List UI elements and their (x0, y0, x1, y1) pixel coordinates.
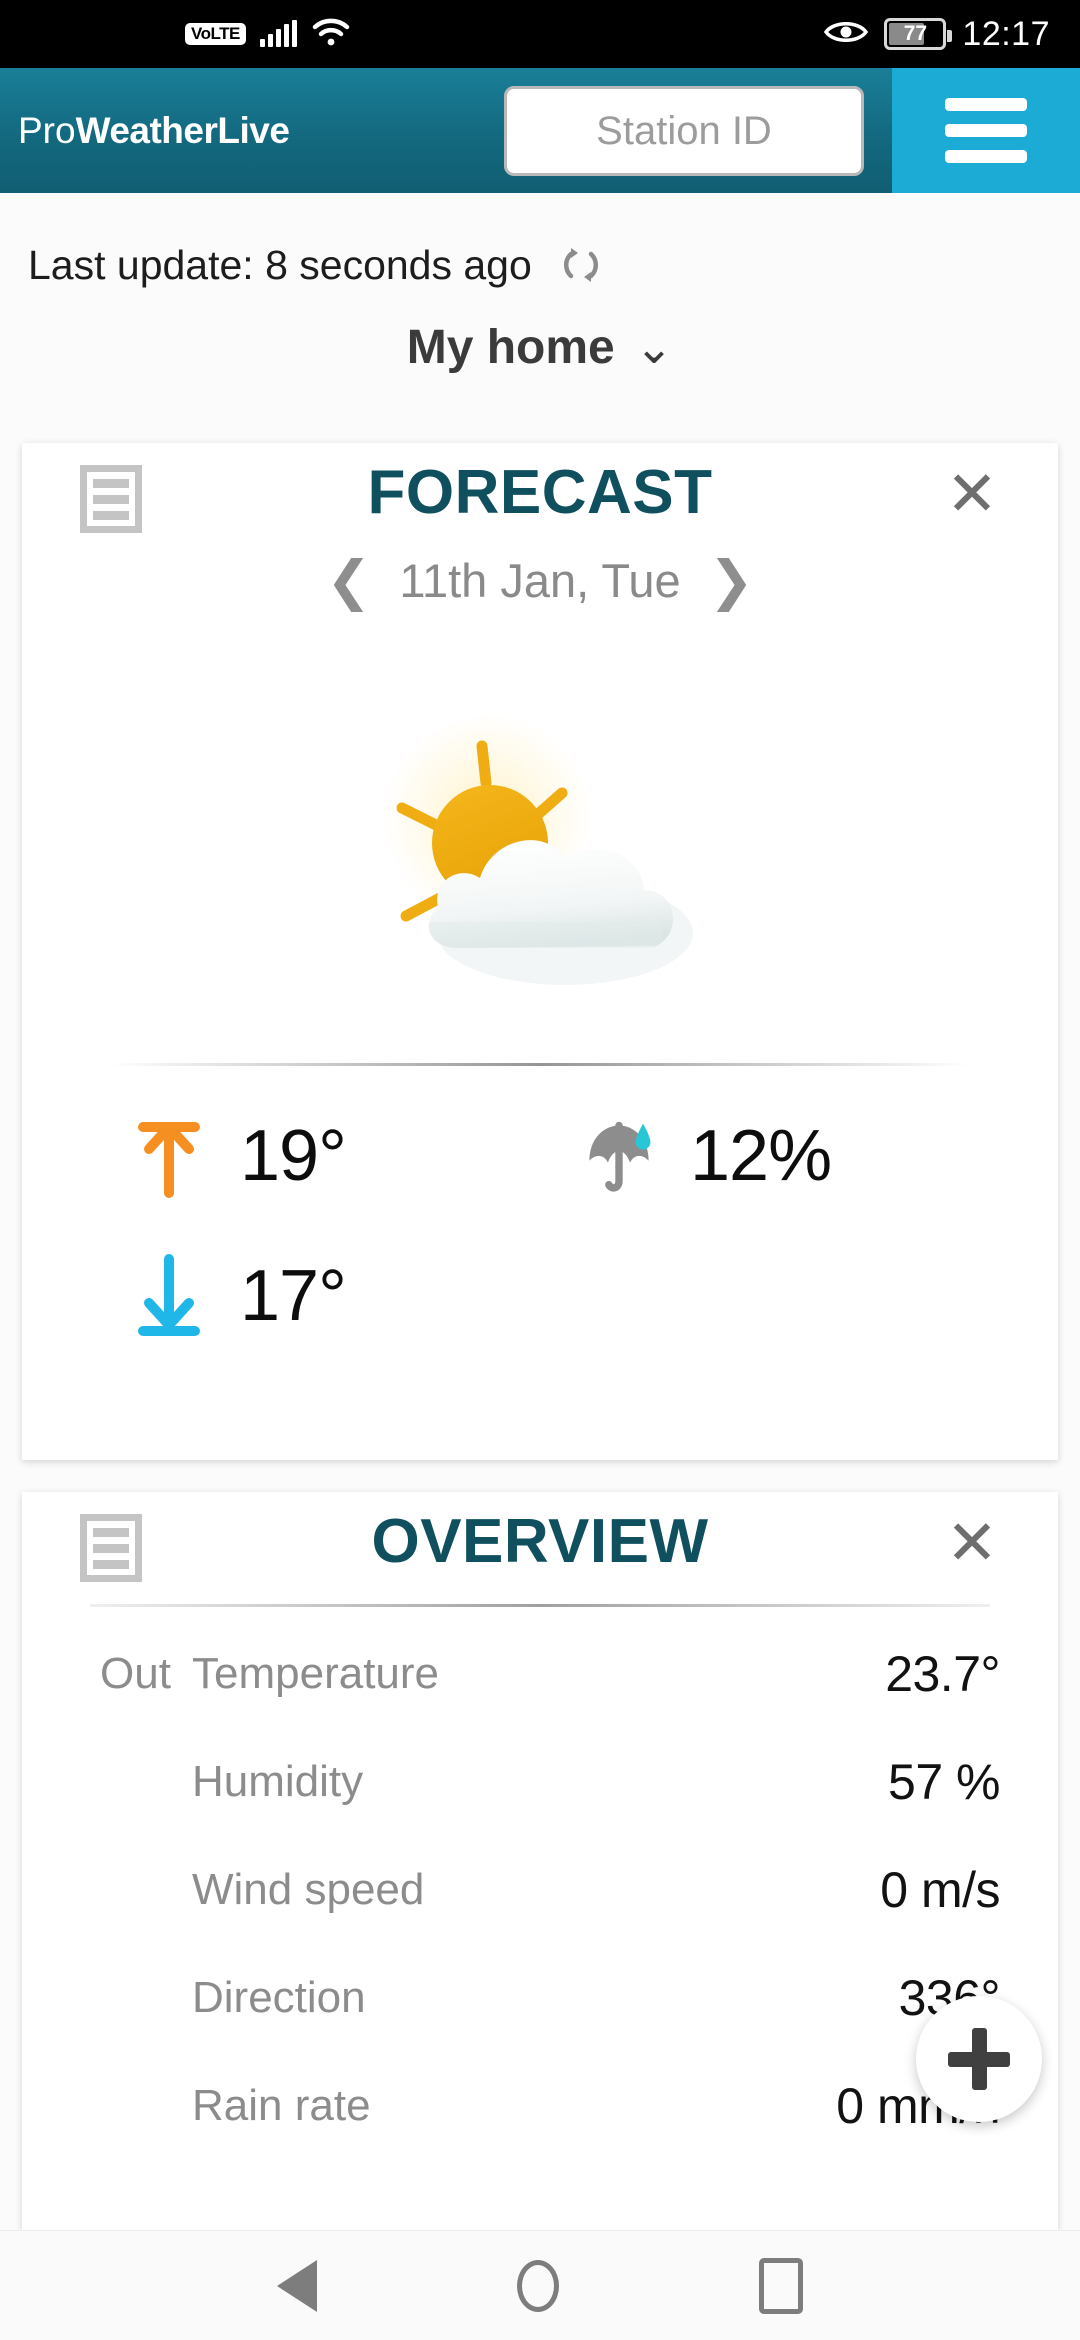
location-selector[interactable]: My home ⌄ (0, 320, 1080, 375)
location-name: My home (406, 321, 615, 374)
overview-title: OVERVIEW (371, 1507, 709, 1576)
logo-pro-text: Pro (18, 109, 76, 151)
close-icon[interactable]: ✕ (946, 1512, 998, 1574)
partly-cloudy-icon (22, 708, 1058, 1008)
battery-percent: 77 (903, 22, 928, 45)
date-navigator: ❮ 11th Jan, Tue ❯ (22, 553, 1058, 608)
low-temp-value: 17° (240, 1256, 347, 1336)
row-value: 57 % (888, 1754, 1000, 1810)
back-triangle-icon[interactable] (277, 2259, 317, 2312)
umbrella-rain-icon (582, 1113, 656, 1199)
chevron-left-icon[interactable]: ❮ (326, 553, 371, 607)
last-update-text: Last update: 8 seconds ago (28, 241, 532, 288)
forecast-card: FORECAST ✕ ❮ 11th Jan, Tue ❯ 19° 12% 17° (22, 443, 1058, 1460)
table-row: Direction 336° (22, 1944, 1058, 2052)
overview-card-header: OVERVIEW ✕ (22, 1492, 1058, 1604)
row-value: 23.7° (885, 1646, 1000, 1702)
row-label: Direction (192, 1973, 366, 2022)
plus-icon (948, 2028, 1010, 2090)
row-value: 0 m/s (880, 1862, 1000, 1918)
android-nav-bar (0, 2230, 1080, 2340)
table-row: Humidity 57 % (22, 1728, 1058, 1836)
signal-bars-icon (259, 20, 297, 47)
low-temp-cell: 17° (132, 1253, 552, 1339)
logo-main-text: WeatherLive (75, 109, 290, 151)
status-bar-left: VoLTE (185, 17, 351, 52)
app-header: ProWeatherLive (0, 68, 1080, 193)
forecast-date: 11th Jan, Tue (399, 554, 681, 607)
status-bar: VoLTE 77 12:17 (0, 0, 1080, 68)
station-id-input[interactable] (507, 89, 861, 173)
table-row: Out Temperature 23.7° (22, 1620, 1058, 1728)
status-bar-clock: 12:17 (962, 14, 1050, 53)
arrow-up-icon (132, 1113, 206, 1199)
volte-icon: VoLTE (185, 23, 246, 45)
chevron-down-icon: ⌄ (634, 321, 674, 374)
wifi-icon (311, 17, 351, 52)
refresh-icon[interactable] (558, 242, 604, 288)
row-label: Wind speed (192, 1865, 425, 1914)
table-row: Wind speed 0 m/s (22, 1836, 1058, 1944)
rain-chance-cell: 12% (582, 1113, 832, 1199)
overview-list: Out Temperature 23.7° Humidity 57 % Wind… (22, 1620, 1058, 2160)
row-label: Humidity (192, 1757, 364, 1806)
high-temp-cell: 19° (132, 1113, 552, 1199)
overview-divider (90, 1604, 990, 1607)
row-label: Temperature (192, 1649, 440, 1698)
table-row: Rain rate 0 mm/h (22, 2052, 1058, 2160)
rain-chance-value: 12% (690, 1116, 832, 1196)
high-temp-value: 19° (240, 1116, 347, 1196)
last-update-row: Last update: 8 seconds ago (0, 225, 1080, 305)
forecast-high-row: 19° 12% (22, 1113, 1058, 1199)
arrow-down-icon (132, 1253, 206, 1339)
home-circle-icon[interactable] (517, 2259, 559, 2312)
app-logo: ProWeatherLive (18, 109, 290, 152)
status-bar-right: 77 12:17 (824, 15, 1050, 54)
battery-icon: 77 (884, 18, 953, 50)
hamburger-menu-icon[interactable] (892, 68, 1080, 193)
add-button[interactable] (916, 1996, 1042, 2122)
station-id-field[interactable] (504, 86, 864, 176)
forecast-card-header: FORECAST ✕ (22, 443, 1058, 555)
forecast-title: FORECAST (367, 458, 713, 527)
forecast-divider (110, 1063, 970, 1066)
row-label: Rain rate (192, 2081, 371, 2130)
eye-icon (824, 18, 869, 51)
phone-screen: VoLTE 77 12:17 ProWeatherLive Station ID… (0, 0, 1080, 2340)
forecast-low-row: 17° (22, 1253, 1058, 1339)
overview-card: OVERVIEW ✕ Out Temperature 23.7° Humidit… (22, 1492, 1058, 2230)
row-prefix: Out (100, 1649, 171, 1698)
recents-square-icon[interactable] (759, 2257, 803, 2314)
close-icon[interactable]: ✕ (946, 463, 998, 525)
chevron-right-icon[interactable]: ❯ (709, 553, 754, 607)
